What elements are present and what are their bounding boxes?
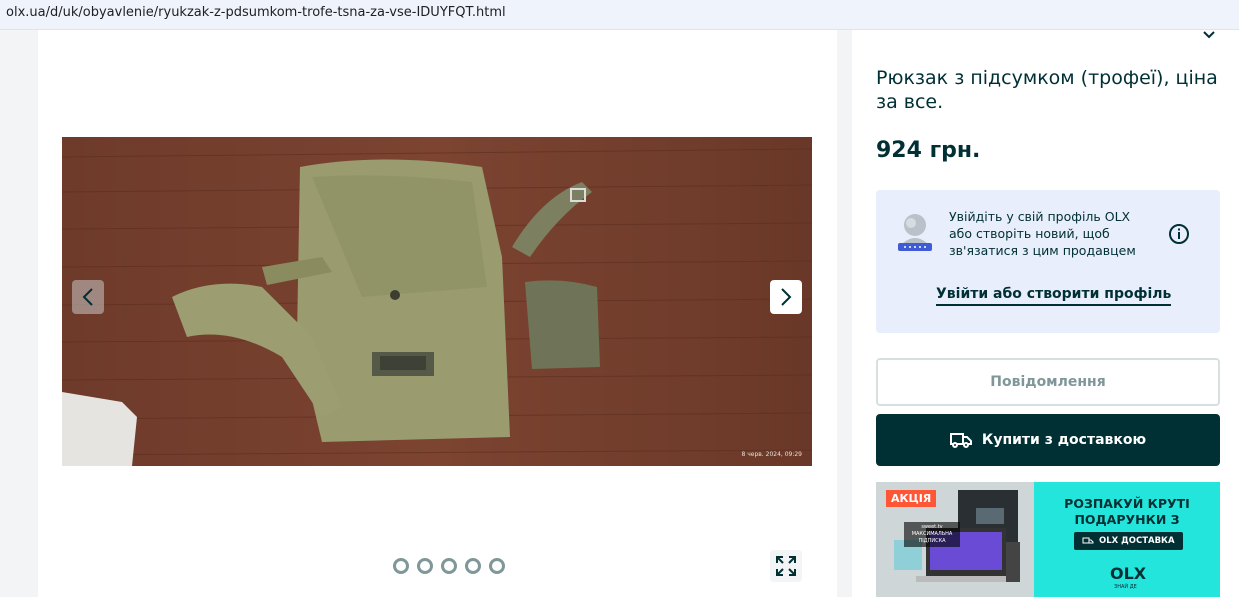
expand-icon: [776, 556, 796, 576]
message-seller-button[interactable]: Повідомлення: [876, 358, 1220, 406]
promo-image-panel: АКЦІЯ sweet.tv МАКСИМАЛЬНА ПІДПИСКА: [876, 482, 1034, 597]
promo-headline: РОЗПАКУЙ КРУТІ ПОДАРУНКИ З: [1064, 496, 1190, 527]
chevron-right-icon: [781, 288, 792, 306]
login-link[interactable]: Увійти або створити профіль: [936, 286, 1172, 306]
photo-timestamp: 8 черв. 2024, 09:29: [741, 451, 803, 458]
prev-photo-button[interactable]: [72, 280, 104, 314]
promo-tagline: ЗНАЙ ДЕ: [1114, 584, 1137, 590]
listing-price: 924 грн.: [876, 138, 981, 163]
login-prompt: Увійдіть у свій профіль OLX або створіть…: [876, 190, 1220, 333]
buy-button-label: Купити з доставкою: [981, 432, 1147, 448]
info-icon[interactable]: [1168, 223, 1190, 245]
browser-address-bar[interactable]: olx.ua/d/uk/obyavlenie/ryukzak-z-pdsumko…: [0, 0, 1239, 30]
pagination-dot[interactable]: [417, 558, 433, 574]
url-text[interactable]: olx.ua/d/uk/obyavlenie/ryukzak-z-pdsumko…: [6, 5, 506, 20]
promo-badge: АКЦІЯ: [886, 490, 937, 507]
buy-with-delivery-button[interactable]: Купити з доставкою: [876, 414, 1220, 466]
olx-logo: OLX: [1110, 564, 1147, 583]
photo-pagination: [393, 558, 505, 574]
pagination-dot[interactable]: [441, 558, 457, 574]
next-photo-button[interactable]: [770, 280, 802, 314]
olx-delivery-pill: OLX ДОСТАВКА: [1074, 532, 1183, 550]
user-profile-icon: [898, 214, 932, 251]
fullscreen-button[interactable]: [770, 550, 802, 582]
promo-banner[interactable]: АКЦІЯ sweet.tv МАКСИМАЛЬНА ПІДПИСКА РОЗП…: [876, 482, 1220, 597]
chevron-down-icon[interactable]: [1202, 30, 1216, 40]
delivery-truck-icon: [1082, 537, 1094, 543]
pagination-dot[interactable]: [393, 558, 409, 574]
chevron-left-icon: [82, 288, 93, 306]
photo-gallery: 8 черв. 2024, 09:29: [38, 30, 837, 597]
pagination-dot[interactable]: [465, 558, 481, 574]
listing-sidebar: Рюкзак з підсумком (трофеї), ціна за все…: [852, 30, 1239, 597]
message-button-label: Повідомлення: [990, 374, 1106, 390]
promo-text-panel: РОЗПАКУЙ КРУТІ ПОДАРУНКИ З OLX ДОСТАВКА …: [1034, 482, 1220, 597]
delivery-truck-icon: [949, 433, 972, 448]
login-prompt-text: Увійдіть у свій профіль OLX або створіть…: [949, 209, 1136, 258]
pagination-dot[interactable]: [489, 558, 505, 574]
sweet-tv-label: sweet.tv МАКСИМАЛЬНА ПІДПИСКА: [904, 522, 960, 547]
listing-photo[interactable]: 8 черв. 2024, 09:29: [62, 137, 812, 466]
listing-title: Рюкзак з підсумком (трофеї), ціна за все…: [876, 67, 1218, 113]
promo-pill-label: OLX ДОСТАВКА: [1099, 536, 1175, 546]
